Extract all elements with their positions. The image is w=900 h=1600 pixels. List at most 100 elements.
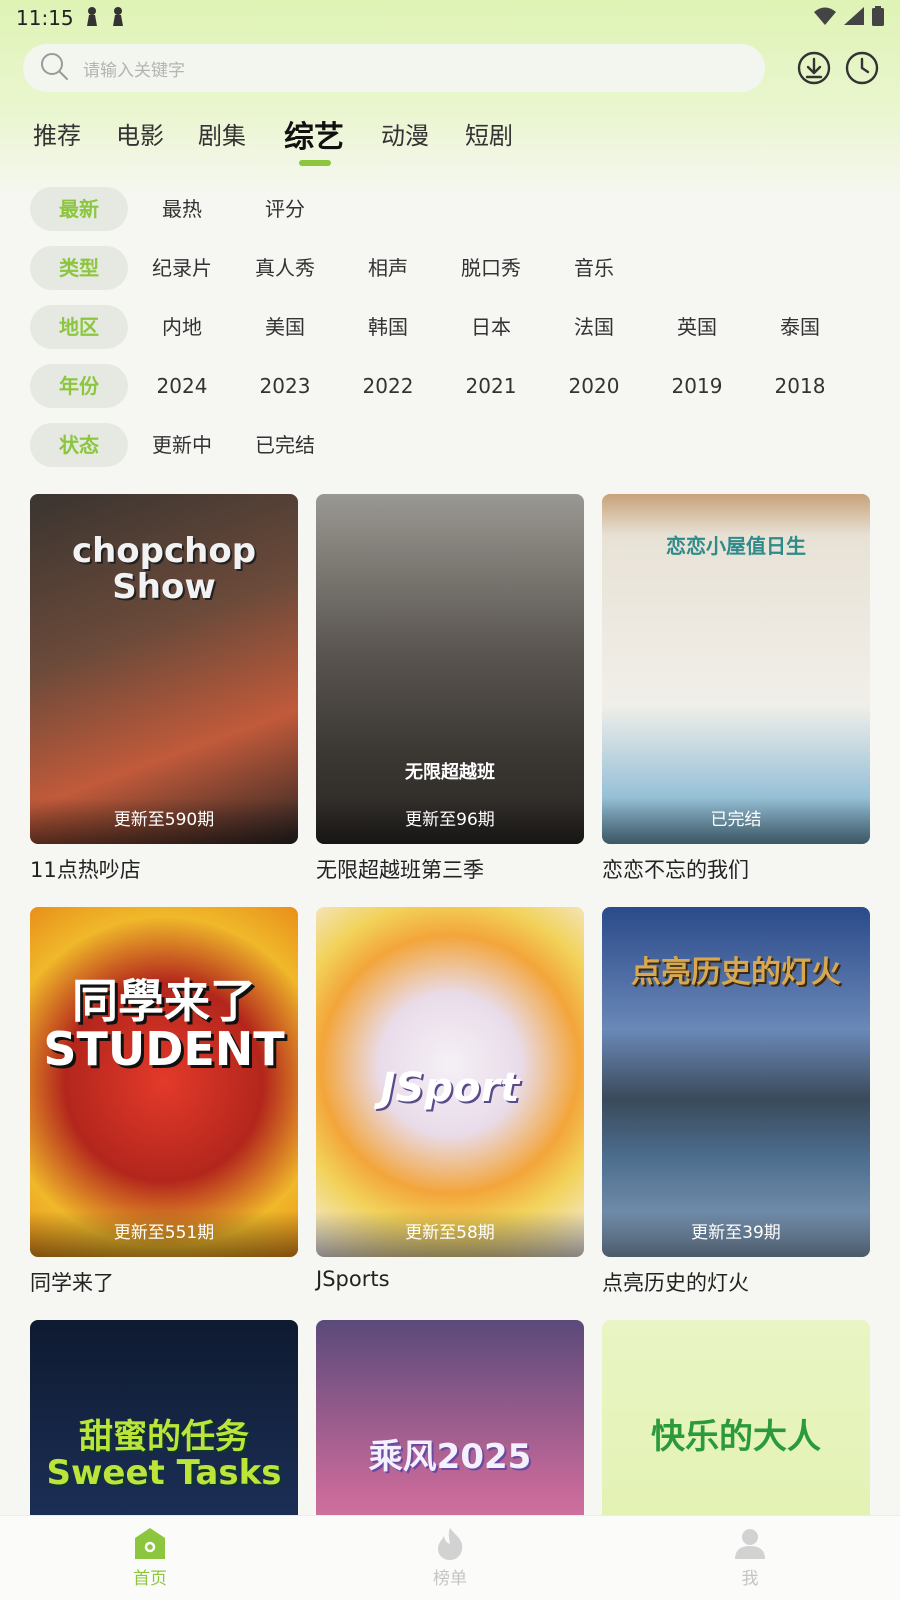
- filter-sort-hot[interactable]: 最热: [133, 187, 231, 231]
- tab-movies[interactable]: 电影: [116, 116, 164, 151]
- tab-short-drama[interactable]: 短剧: [465, 116, 513, 151]
- filter-year-option[interactable]: 2024: [133, 364, 231, 408]
- show-card[interactable]: 恋恋小屋值日生 已完结 恋恋不忘的我们: [602, 494, 870, 884]
- poster-art-text: 同學来了 STUDENT: [43, 974, 285, 1077]
- search-input[interactable]: 请输入关键字: [23, 44, 765, 92]
- filter-row-sort: 最新 最热 评分: [0, 187, 900, 231]
- filter-region-option[interactable]: 英国: [648, 305, 746, 349]
- show-card[interactable]: chopchop Show 更新至590期 11点热吵店: [30, 494, 298, 884]
- filter-status-label: 状态: [30, 423, 128, 467]
- show-title: 同学来了: [30, 1271, 114, 1295]
- filter-type-option[interactable]: 纪录片: [133, 246, 231, 290]
- episode-badge: 更新至39期: [602, 1211, 870, 1257]
- filter-year-option[interactable]: 2023: [236, 364, 334, 408]
- search-placeholder: 请输入关键字: [83, 60, 185, 81]
- search-icon: [39, 51, 69, 85]
- filter-region-option[interactable]: 日本: [442, 305, 540, 349]
- search-row: 请输入关键字: [0, 44, 900, 92]
- poster-image: 恋恋小屋值日生 已完结: [602, 494, 870, 844]
- filter-sort-rating[interactable]: 评分: [236, 187, 334, 231]
- filter-year-option[interactable]: 2021: [442, 364, 540, 408]
- history-button[interactable]: [844, 50, 880, 86]
- notification-icon: [110, 6, 126, 31]
- show-card[interactable]: 同學来了 STUDENT 更新至551期 同学来了: [30, 907, 298, 1297]
- flame-icon: [438, 1528, 463, 1560]
- poster-art-text: 甜蜜的任务 Sweet Tasks: [46, 1417, 282, 1493]
- battery-icon: [872, 5, 884, 31]
- episode-badge: 更新至96期: [316, 798, 584, 844]
- show-card[interactable]: 无限超越班 更新至96期 无限超越班第三季: [316, 494, 584, 884]
- home-icon: [135, 1528, 165, 1559]
- filter-status-option[interactable]: 已完结: [236, 423, 334, 467]
- nav-rankings-label: 榜单: [433, 1569, 467, 1589]
- poster-art-text: 快乐的大人: [651, 1417, 821, 1457]
- bottom-navigation: 首页 榜单 我: [0, 1515, 900, 1600]
- filter-row-year: 年份 2024 2023 2022 2021 2020 2019 2018: [0, 364, 900, 408]
- poster-image: 点亮历史的灯火 更新至39期: [602, 907, 870, 1257]
- tab-anime[interactable]: 动漫: [381, 116, 429, 151]
- filter-row-type: 类型 纪录片 真人秀 相声 脱口秀 音乐: [0, 246, 900, 290]
- show-card[interactable]: JSport 更新至58期 JSports: [316, 907, 584, 1291]
- poster-image: 无限超越班 更新至96期: [316, 494, 584, 844]
- nav-profile[interactable]: 我: [690, 1526, 810, 1589]
- tab-series[interactable]: 剧集: [198, 116, 246, 151]
- poster-art-text: 恋恋小屋值日生: [666, 534, 806, 558]
- filter-type-label: 类型: [30, 246, 128, 290]
- filter-year-option[interactable]: 2022: [339, 364, 437, 408]
- filter-year-option[interactable]: 2020: [545, 364, 643, 408]
- show-title: JSports: [316, 1267, 390, 1291]
- filter-sort-latest[interactable]: 最新: [30, 187, 128, 231]
- filter-year-option[interactable]: 2019: [648, 364, 746, 408]
- filter-row-status: 状态 更新中 已完结: [0, 423, 900, 467]
- status-badge: 已完结: [602, 798, 870, 844]
- episode-badge: 更新至551期: [30, 1211, 298, 1257]
- download-icon: [796, 51, 832, 90]
- show-card[interactable]: 点亮历史的灯火 更新至39期 点亮历史的灯火: [602, 907, 870, 1297]
- active-tab-indicator: [299, 160, 331, 166]
- status-left: 11:15: [16, 6, 126, 31]
- filter-status-option[interactable]: 更新中: [133, 423, 231, 467]
- filter-type-option[interactable]: 真人秀: [236, 246, 334, 290]
- status-time: 11:15: [16, 6, 74, 30]
- wifi-icon: [814, 6, 836, 30]
- filter-region-label: 地区: [30, 305, 128, 349]
- user-icon: [735, 1529, 765, 1559]
- show-title: 无限超越班第三季: [316, 858, 484, 882]
- show-title: 恋恋不忘的我们: [602, 858, 749, 882]
- poster-art-text: chopchop Show: [71, 531, 257, 607]
- tab-recommend[interactable]: 推荐: [33, 116, 81, 151]
- nav-home[interactable]: 首页: [90, 1526, 210, 1589]
- poster-art-text: 乘风2025: [368, 1437, 532, 1477]
- filter-type-option[interactable]: 脱口秀: [442, 246, 540, 290]
- tab-variety[interactable]: 综艺: [284, 112, 344, 156]
- filter-region-option[interactable]: 泰国: [751, 305, 849, 349]
- filter-year-option[interactable]: 2018: [751, 364, 849, 408]
- filter-year-label: 年份: [30, 364, 128, 408]
- filter-region-option[interactable]: 内地: [133, 305, 231, 349]
- filter-type-option[interactable]: 音乐: [545, 246, 643, 290]
- clock-icon: [844, 51, 880, 90]
- poster-image: chopchop Show 更新至590期: [30, 494, 298, 844]
- nav-profile-label: 我: [741, 1569, 759, 1589]
- notification-icon: [84, 6, 100, 31]
- poster-image: JSport 更新至58期: [316, 907, 584, 1257]
- nav-home-label: 首页: [133, 1569, 167, 1589]
- poster-art-text: 无限超越班: [405, 762, 495, 783]
- download-button[interactable]: [796, 50, 832, 86]
- filter-region-option[interactable]: 美国: [236, 305, 334, 349]
- signal-icon: [844, 6, 864, 30]
- poster-art-text: JSport: [380, 1065, 520, 1111]
- show-title: 11点热吵店: [30, 858, 141, 882]
- status-right: [814, 5, 884, 31]
- poster-art-text: 点亮历史的灯火: [631, 955, 841, 990]
- status-bar: 11:15: [0, 0, 900, 36]
- nav-rankings[interactable]: 榜单: [390, 1526, 510, 1589]
- episode-badge: 更新至58期: [316, 1211, 584, 1257]
- filter-region-option[interactable]: 韩国: [339, 305, 437, 349]
- filter-region-option[interactable]: 法国: [545, 305, 643, 349]
- episode-badge: 更新至590期: [30, 798, 298, 844]
- show-title: 点亮历史的灯火: [602, 1271, 749, 1295]
- filter-type-option[interactable]: 相声: [339, 246, 437, 290]
- poster-image: 同學来了 STUDENT 更新至551期: [30, 907, 298, 1257]
- filter-row-region: 地区 内地 美国 韩国 日本 法国 英国 泰国: [0, 305, 900, 349]
